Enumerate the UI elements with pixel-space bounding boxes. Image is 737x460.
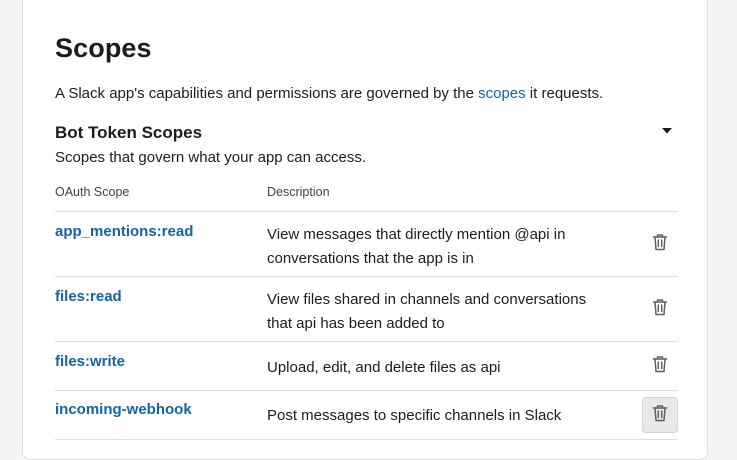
table-header: OAuth Scope Description xyxy=(55,181,678,212)
trash-icon xyxy=(652,298,668,321)
scopes-link[interactable]: scopes xyxy=(478,85,526,102)
bot-token-scopes-title: Bot Token Scopes xyxy=(55,123,203,142)
scope-description: View files shared in channels and conver… xyxy=(267,291,587,332)
scope-link-app-mentions-read[interactable]: app_mentions:read xyxy=(55,223,193,240)
trash-icon xyxy=(652,355,668,378)
column-header-description: Description xyxy=(267,185,330,199)
scope-link-files-write[interactable]: files:write xyxy=(55,353,125,370)
scope-link-files-read[interactable]: files:read xyxy=(55,288,122,305)
caret-down-icon[interactable] xyxy=(661,127,675,139)
intro-text-before: A Slack app's capabilities and permissio… xyxy=(55,85,479,102)
trash-icon xyxy=(652,233,668,256)
trash-icon xyxy=(652,404,668,427)
scope-description: View messages that directly mention @api… xyxy=(267,226,566,267)
scopes-card: Scopes A Slack app's capabilities and pe… xyxy=(22,0,708,460)
page-title: Scopes xyxy=(55,33,152,63)
scope-description: Post messages to specific channels in Sl… xyxy=(267,407,562,424)
delete-scope-button[interactable] xyxy=(642,348,678,384)
table-row: app_mentions:read View messages that dir… xyxy=(55,212,678,277)
table-row: files:read View files shared in channels… xyxy=(55,277,678,342)
bot-token-scopes-subtitle: Scopes that govern what your app can acc… xyxy=(55,149,367,166)
column-header-oauth-scope: OAuth Scope xyxy=(55,185,130,199)
intro-text-after: it requests. xyxy=(525,85,604,102)
table-row: incoming-webhook Post messages to specif… xyxy=(55,391,678,440)
scope-link-incoming-webhook[interactable]: incoming-webhook xyxy=(55,401,192,418)
scopes-intro: A Slack app's capabilities and permissio… xyxy=(55,84,603,104)
scopes-table: OAuth Scope Description app_mentions:rea… xyxy=(55,181,678,440)
scope-description: Upload, edit, and delete files as api xyxy=(267,359,501,376)
delete-scope-button[interactable] xyxy=(642,397,678,433)
table-row: files:write Upload, edit, and delete fil… xyxy=(55,342,678,391)
delete-scope-button[interactable] xyxy=(642,226,678,262)
delete-scope-button[interactable] xyxy=(642,291,678,327)
